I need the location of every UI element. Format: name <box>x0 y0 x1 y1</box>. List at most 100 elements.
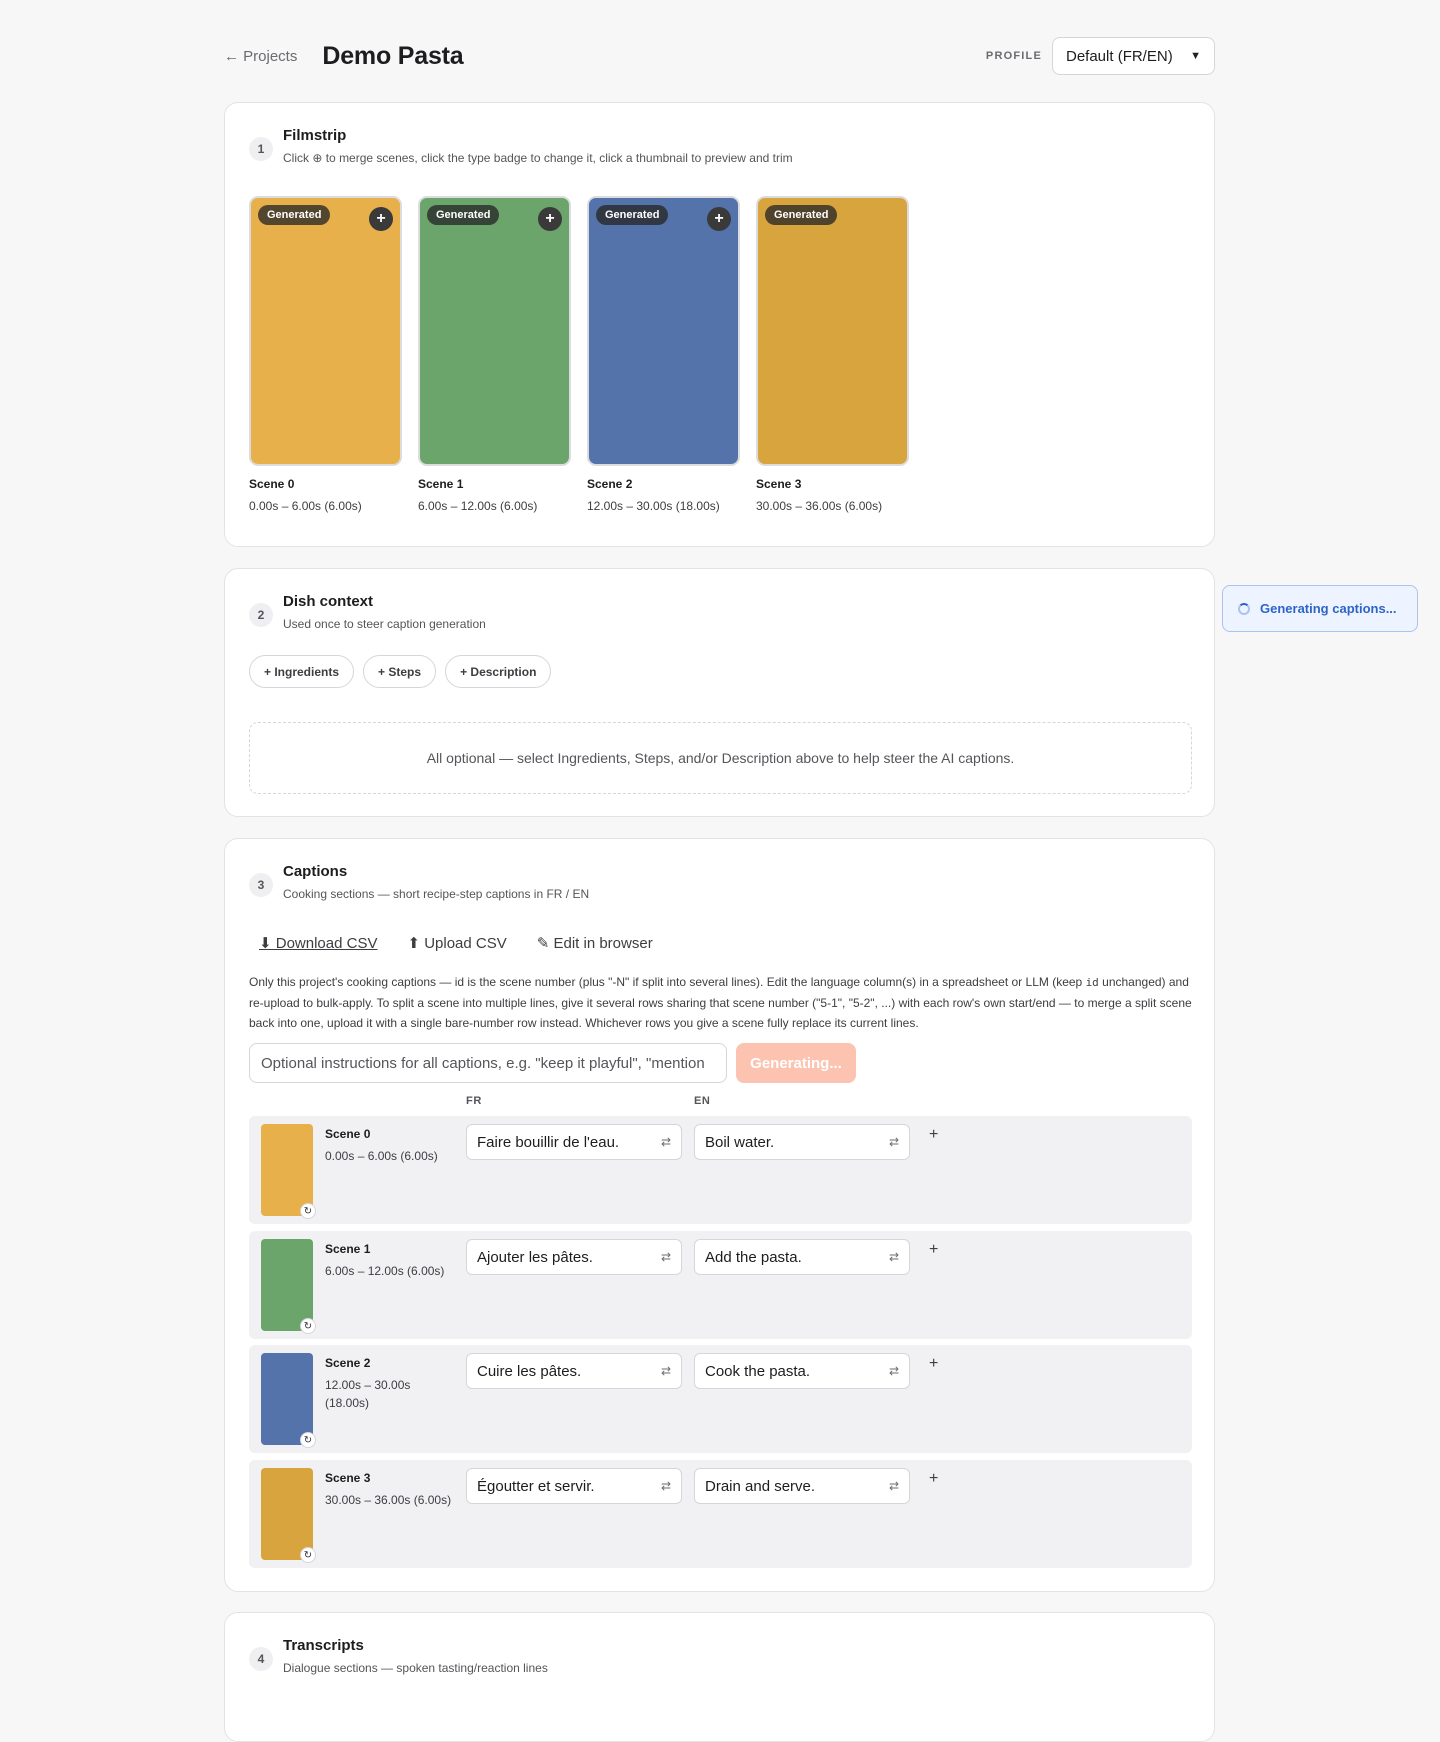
generating-toast: Generating captions... <box>1222 585 1418 632</box>
section-subtitle: Dialogue sections — spoken tasting/react… <box>283 1661 548 1675</box>
caption-scene-time: 12.00s – 30.00s (18.00s) <box>325 1378 411 1410</box>
caption-scene-name: Scene 1 <box>325 1242 371 1256</box>
scene-type-badge[interactable]: Generated <box>258 205 331 225</box>
caption-fr-field[interactable]: Égoutter et servir. ⇄ <box>466 1468 682 1504</box>
scene-time-range: 30.00s – 36.00s (6.00s) <box>756 499 883 513</box>
profile-label: PROFILE <box>985 50 1042 62</box>
scene-thumbnail[interactable]: Generated + <box>587 196 740 466</box>
scene-type-badge[interactable]: Generated <box>765 205 838 225</box>
caption-row: ↻ Scene 0 0.00s – 6.00s (6.00s) Faire bouil… <box>249 1116 1192 1224</box>
download-csv-link[interactable]: ⬇ Download CSV <box>259 934 377 952</box>
scene-thumbnail[interactable]: Generated + <box>249 196 402 466</box>
section-number: 1 <box>249 137 273 161</box>
caption-instructions-input[interactable]: Optional instructions for all captions, … <box>249 1043 727 1083</box>
add-description-chip[interactable]: + Description <box>445 655 552 688</box>
caption-en-text: Cook the pasta. <box>705 1362 811 1380</box>
add-ingredients-chip[interactable]: + Ingredients <box>249 655 355 688</box>
swap-icon[interactable]: ⇄ <box>889 1479 899 1493</box>
section-number: 4 <box>249 1647 273 1671</box>
scene-type-badge[interactable]: Generated <box>596 205 669 225</box>
refresh-icon[interactable]: ↻ <box>300 1203 316 1219</box>
add-caption-line-button[interactable]: + <box>929 1241 938 1259</box>
caption-en-field[interactable]: Boil water. ⇄ <box>694 1124 910 1160</box>
caption-en-text: Drain and serve. <box>705 1477 816 1495</box>
upload-csv-button[interactable]: ⬆ Upload CSV <box>407 934 506 952</box>
generate-captions-button[interactable]: Generating... <box>736 1043 856 1083</box>
add-caption-line-button[interactable]: + <box>929 1470 938 1488</box>
scene-time-range: 6.00s – 12.00s (6.00s) <box>418 499 538 513</box>
page-title: Demo Pasta <box>322 41 464 70</box>
swap-icon[interactable]: ⇄ <box>661 1479 671 1493</box>
transcripts-section: 4 Transcripts Dialogue sections — spoken… <box>224 1612 1215 1742</box>
scene-name: Scene 3 <box>756 477 802 491</box>
swap-icon[interactable]: ⇄ <box>889 1135 899 1149</box>
add-caption-line-button[interactable]: + <box>929 1355 938 1373</box>
caption-scene-name: Scene 0 <box>325 1127 371 1141</box>
scene-type-badge[interactable]: Generated <box>427 205 500 225</box>
toast-text: Generating captions... <box>1260 601 1397 616</box>
caption-scene-time: 6.00s – 12.00s (6.00s) <box>325 1264 445 1278</box>
profile-select-value: Default (FR/EN) <box>1066 47 1173 65</box>
section-number: 2 <box>249 603 273 627</box>
scene-name: Scene 1 <box>418 477 464 491</box>
merge-scene-button[interactable]: + <box>538 207 562 231</box>
swap-icon[interactable]: ⇄ <box>889 1250 899 1264</box>
column-header-fr: FR <box>466 1095 482 1107</box>
swap-icon[interactable]: ⇄ <box>661 1250 671 1264</box>
scene-card: Generated + Scene 1 6.00s – 12.00s (6.00s) <box>418 196 571 513</box>
edit-in-browser-button[interactable]: ✎ Edit in browser <box>537 934 653 952</box>
refresh-icon[interactable]: ↻ <box>300 1432 316 1448</box>
merge-scene-button[interactable]: + <box>369 207 393 231</box>
caption-scene-time: 0.00s – 6.00s (6.00s) <box>325 1149 438 1163</box>
section-title: Filmstrip <box>283 127 347 144</box>
caption-fr-field[interactable]: Ajouter les pâtes. ⇄ <box>466 1239 682 1275</box>
section-title: Captions <box>283 863 348 880</box>
back-to-projects-link[interactable]: ← Projects <box>224 48 297 65</box>
scene-thumbnail[interactable]: Generated + <box>418 196 571 466</box>
merge-scene-button[interactable]: + <box>707 207 731 231</box>
caption-en-field[interactable]: Cook the pasta. ⇄ <box>694 1353 910 1389</box>
caption-fr-text: Cuire les pâtes. <box>477 1362 582 1380</box>
scene-card: Generated + Scene 2 12.00s – 30.00s (18.00s… <box>587 196 740 513</box>
scene-thumbnail[interactable]: Generated <box>756 196 909 466</box>
dish-context-empty-state: All optional — select Ingredients, Steps… <box>249 722 1192 794</box>
refresh-icon[interactable]: ↻ <box>300 1318 316 1334</box>
scene-name: Scene 2 <box>587 477 633 491</box>
captions-section: 3 Captions Cooking sections — short reci… <box>224 838 1215 1592</box>
scene-name: Scene 0 <box>249 477 295 491</box>
caption-en-field[interactable]: Add the pasta. ⇄ <box>694 1239 910 1275</box>
caption-row: ↻ Scene 2 12.00s – 30.00s (18.00s) Cuire le… <box>249 1345 1192 1453</box>
swap-icon[interactable]: ⇄ <box>661 1364 671 1378</box>
scene-time-range: 12.00s – 30.00s (18.00s) <box>587 499 720 513</box>
caption-row: ↻ Scene 3 30.00s – 36.00s (6.00s) Égoutter … <box>249 1460 1192 1568</box>
caption-scene-thumbnail[interactable]: ↻ <box>261 1353 316 1448</box>
scene-card: Generated + Scene 0 0.00s – 6.00s (6.00s) <box>249 196 402 513</box>
caption-scene-thumbnail[interactable]: ↻ <box>261 1239 316 1334</box>
caption-row: ↻ Scene 1 6.00s – 12.00s (6.00s) Ajouter le… <box>249 1231 1192 1339</box>
chevron-down-icon: ▼ <box>1190 50 1201 62</box>
caption-scene-thumbnail[interactable]: ↻ <box>261 1124 316 1219</box>
caption-scene-time: 30.00s – 36.00s (6.00s) <box>325 1493 452 1507</box>
spinner-icon <box>1238 602 1250 615</box>
refresh-icon[interactable]: ↻ <box>300 1547 316 1563</box>
swap-icon[interactable]: ⇄ <box>661 1135 671 1149</box>
caption-en-text: Boil water. <box>705 1133 775 1151</box>
caption-fr-text: Faire bouillir de l'eau. <box>477 1133 620 1151</box>
caption-scene-thumbnail[interactable]: ↻ <box>261 1468 316 1563</box>
add-caption-line-button[interactable]: + <box>929 1126 938 1144</box>
caption-en-text: Add the pasta. <box>705 1248 802 1266</box>
section-subtitle: Click ⊕ to merge scenes, click the type … <box>283 151 793 165</box>
section-subtitle: Cooking sections — short recipe-step cap… <box>283 887 590 901</box>
caption-fr-field[interactable]: Cuire les pâtes. ⇄ <box>466 1353 682 1389</box>
profile-select[interactable]: Default (FR/EN) ▼ <box>1052 37 1215 75</box>
filmstrip-section: 1 Filmstrip Click ⊕ to merge scenes, cli… <box>224 102 1215 547</box>
swap-icon[interactable]: ⇄ <box>889 1364 899 1378</box>
caption-fr-text: Égoutter et servir. <box>477 1477 595 1495</box>
caption-en-field[interactable]: Drain and serve. ⇄ <box>694 1468 910 1504</box>
section-number: 3 <box>249 873 273 897</box>
caption-fr-field[interactable]: Faire bouillir de l'eau. ⇄ <box>466 1124 682 1160</box>
caption-scene-name: Scene 2 <box>325 1356 371 1370</box>
page-header: ← Projects Demo Pasta PROFILE Default (F… <box>224 36 1215 76</box>
section-title: Dish context <box>283 593 374 610</box>
add-steps-chip[interactable]: + Steps <box>363 655 437 688</box>
